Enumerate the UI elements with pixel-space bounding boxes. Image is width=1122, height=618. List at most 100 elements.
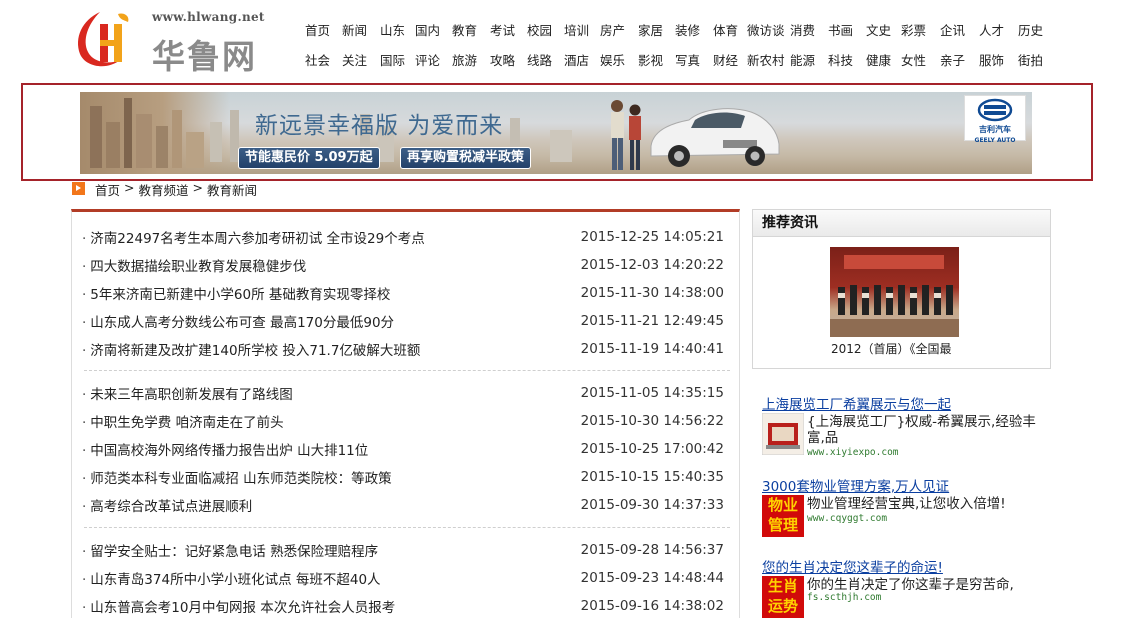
nav-item-b-3[interactable]: 评论 (415, 50, 440, 69)
geely-brand-text: 吉利汽车 GEELY AUTO (974, 125, 1016, 144)
top-navigation: 首页 新闻 山东 国内 教育 考试 校园 培训 房产 家居 装修 体育 微访谈 消费 书画 文史 彩票 企讯 人才历… (300, 14, 1060, 74)
nav-item-a-17[interactable]: 企讯 (940, 20, 965, 39)
nav-item-a-11[interactable]: 体育 (713, 20, 738, 39)
news-title-link[interactable]: 四大数据描绘职业教育发展稳健步伐 (82, 255, 306, 275)
nav-item-a-13[interactable]: 消费 (790, 20, 815, 39)
recommend-image[interactable] (830, 247, 959, 337)
nav-item-a-14[interactable]: 书画 (828, 20, 853, 39)
logo-mark-icon (78, 12, 129, 67)
breadcrumb-arrow-icon (72, 182, 85, 195)
site-name: 华鲁网 (152, 37, 257, 76)
news-title-link[interactable]: 山东成人高考分数线公布可查 最高170分最低90分 (82, 311, 394, 331)
nav-item-b-5[interactable]: 攻略 (490, 50, 515, 69)
banner-policy-tag: 再享购置税减半政策 (400, 147, 532, 169)
news-title-link[interactable]: 中国高校海外网络传播力报告出炉 山大排11位 (82, 439, 368, 459)
nav-item-b-4[interactable]: 旅游 (452, 50, 477, 69)
nav-item-a-6[interactable]: 校园 (527, 20, 552, 39)
nav-item-a-18[interactable]: 人才 (979, 20, 1004, 39)
nav-item-b-15[interactable]: 健康 (866, 50, 891, 69)
news-timestamp: 2015-11-19 14:40:41 (580, 341, 724, 357)
nav-item-b-1[interactable]: 关注 (342, 50, 367, 69)
news-row: 留学安全贴士：记好紧急电话 熟悉保险理赔程序 2015-09-28 14:56:3… (82, 536, 732, 564)
nav-item-b-13[interactable]: 能源 (790, 50, 815, 69)
news-title-link[interactable]: 山东普高会考10月中旬网报 本次允许社会人员报考 (82, 596, 395, 616)
news-timestamp: 2015-10-15 15:40:35 (580, 469, 724, 485)
ad-badge[interactable]: 物业 管理 (762, 495, 804, 537)
nav-item-b-8[interactable]: 娱乐 (600, 50, 625, 69)
nav-item-a-5[interactable]: 考试 (490, 20, 515, 39)
news-timestamp: 2015-11-05 14:35:15 (580, 385, 724, 401)
ad-url[interactable]: www.xiyiexpo.com (807, 447, 899, 458)
ad-description: 你的生肖决定了你这辈子是穷苦命, (807, 577, 1014, 593)
nav-item-a-10[interactable]: 装修 (675, 20, 700, 39)
ad-link[interactable]: 您的生肖决定您这辈子的命运! (762, 560, 943, 576)
nav-item-b-18[interactable]: 服饰 (979, 50, 1004, 69)
breadcrumb: 首页 > 教育频道 > 教育新闻 (95, 180, 257, 199)
news-timestamp: 2015-10-25 17:00:42 (580, 441, 724, 457)
nav-item-a-12[interactable]: 微访谈 (747, 20, 785, 39)
breadcrumb-education-news[interactable]: 教育新闻 (207, 180, 257, 199)
ad-item: 上海展览工厂希翼展示与您一起 {上海展览工厂}权威-希翼展示,经验丰富,品 ww… (761, 393, 1062, 458)
news-timestamp: 2015-11-21 12:49:45 (580, 313, 724, 329)
ad-badge[interactable]: 生肖 运势 (762, 576, 804, 618)
nav-item-a-1[interactable]: 新闻 (342, 20, 367, 39)
ad-description: 物业管理经营宝典,让您收入倍增! (807, 496, 1006, 512)
breadcrumb-separator: > (124, 180, 135, 195)
site-logo[interactable]: www.hlwang.net 华鲁网 (72, 8, 272, 76)
nav-item-a-19[interactable]: 历史 (1018, 20, 1043, 39)
nav-item-a-4[interactable]: 教育 (452, 20, 477, 39)
nav-item-a-15[interactable]: 文史 (866, 20, 891, 39)
breadcrumb-home[interactable]: 首页 (95, 180, 120, 199)
nav-item-b-17[interactable]: 亲子 (940, 50, 965, 69)
nav-item-b-7[interactable]: 酒店 (564, 50, 589, 69)
ad-link[interactable]: 上海展览工厂希翼展示与您一起 (762, 397, 951, 413)
nav-item-b-10[interactable]: 写真 (675, 50, 700, 69)
nav-item-b-16[interactable]: 女性 (901, 50, 926, 69)
news-title-link[interactable]: 未来三年高职创新发展有了路线图 (82, 383, 293, 403)
news-title-link[interactable]: 留学安全贴士：记好紧急电话 熟悉保险理赔程序 (82, 540, 378, 560)
news-title-link[interactable]: 师范类本科专业面临减招 山东师范类院校：等政策 (82, 467, 391, 487)
nav-item-a-0[interactable]: 首页 (305, 20, 330, 39)
ad-url[interactable]: fs.scthjh.com (807, 592, 881, 603)
recommend-panel: 推荐资讯 2012（首届）《全国最 (752, 209, 1051, 369)
nav-item-b-11[interactable]: 财经 (713, 50, 738, 69)
nav-item-a-8[interactable]: 房产 (600, 20, 625, 39)
ad-url[interactable]: www.cqyggt.com (807, 513, 887, 524)
ad-description: {上海展览工厂}权威-希翼展示,经验丰富,品 (807, 414, 1036, 446)
ad-link[interactable]: 3000套物业管理方案,万人见证 (762, 479, 949, 495)
news-row: 中职生免学费 咱济南走在了前头 2015-10-30 14:56:22 (82, 407, 732, 435)
nav-item-a-3[interactable]: 国内 (415, 20, 440, 39)
nav-item-b-6[interactable]: 线路 (527, 50, 552, 69)
news-row: 山东普高会考10月中旬网报 本次允许社会人员报考 2015-09-16 14:38… (82, 592, 732, 618)
recommend-caption[interactable]: 2012（首届）《全国最 (831, 340, 952, 357)
nav-item-b-9[interactable]: 影视 (638, 50, 663, 69)
news-row: 济南将新建及改扩建140所学校 投入71.7亿破解大班额 2015-11-19 1… (82, 335, 732, 363)
news-title-link[interactable]: 5年来济南已新建中小学60所 基础教育实现零择校 (82, 283, 390, 303)
news-title-link[interactable]: 高考综合改革试点进展顺利 (82, 495, 252, 515)
news-row: 师范类本科专业面临减招 山东师范类院校：等政策 2015-10-15 15:40:… (82, 463, 732, 491)
news-title-link[interactable]: 济南22497名考生本周六参加考研初试 全市设29个考点 (82, 227, 424, 247)
car-ad-banner[interactable]: 新远景幸福版 为爱而来 节能惠民价 5.09万起 再享购置税减半政策 吉利汽车 … (80, 92, 1032, 174)
nav-item-a-2[interactable]: 山东 (380, 20, 405, 39)
nav-item-b-19[interactable]: 街拍 (1018, 50, 1043, 69)
nav-item-a-16[interactable]: 彩票 (901, 20, 926, 39)
news-title-link[interactable]: 中职生免学费 咱济南走在了前头 (82, 411, 283, 431)
news-group: 未来三年高职创新发展有了路线图 2015-11-05 14:35:15 中职生免学费… (82, 379, 732, 519)
news-timestamp: 2015-09-16 14:38:02 (580, 598, 724, 614)
divider (84, 370, 730, 371)
ad-thumbnail[interactable] (761, 412, 805, 456)
recommend-heading: 推荐资讯 (753, 210, 1050, 237)
news-title-link[interactable]: 济南将新建及改扩建140所学校 投入71.7亿破解大班额 (82, 339, 420, 359)
nav-item-b-14[interactable]: 科技 (828, 50, 853, 69)
news-row: 高考综合改革试点进展顺利 2015-09-30 14:37:33 (82, 491, 732, 519)
news-row: 未来三年高职创新发展有了路线图 2015-11-05 14:35:15 (82, 379, 732, 407)
news-title-link[interactable]: 山东青岛374所中小学小班化试点 每班不超40人 (82, 568, 380, 588)
geely-emblem-icon (977, 98, 1013, 122)
breadcrumb-education-channel[interactable]: 教育频道 (139, 180, 189, 199)
nav-item-b-2[interactable]: 国际 (380, 50, 405, 69)
nav-item-a-9[interactable]: 家居 (638, 20, 663, 39)
nav-item-b-0[interactable]: 社会 (305, 50, 330, 69)
nav-item-b-12[interactable]: 新农村 (747, 50, 785, 69)
nav-item-a-7[interactable]: 培训 (564, 20, 589, 39)
news-row: 四大数据描绘职业教育发展稳健步伐 2015-12-03 14:20:22 (82, 251, 732, 279)
